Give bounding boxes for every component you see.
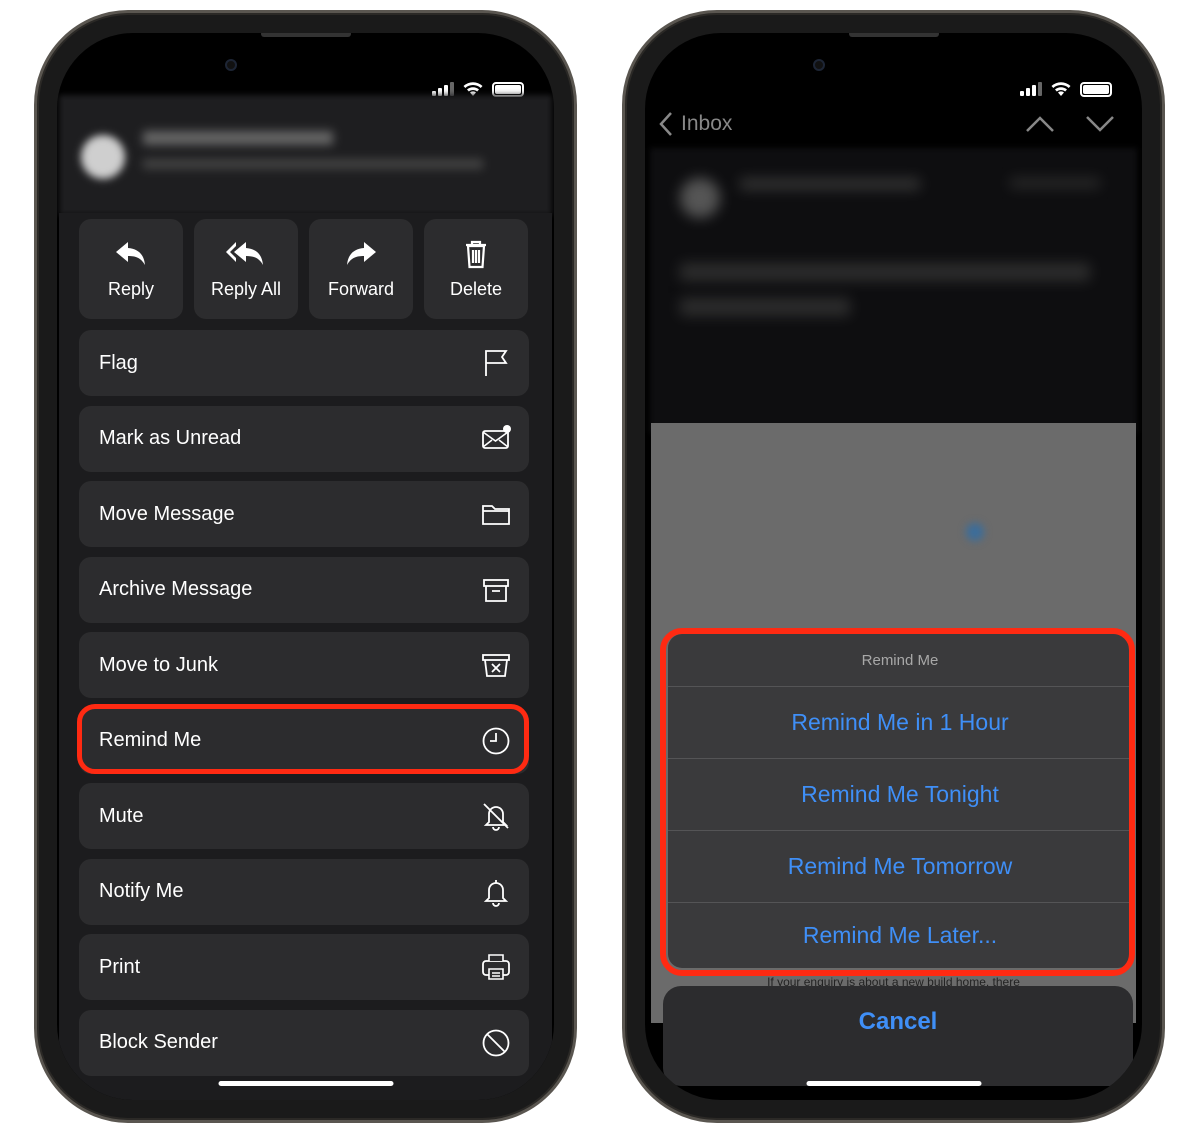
menu-item-move-message[interactable]: Move Message <box>79 481 529 547</box>
highlight-outline <box>660 628 1135 976</box>
camera <box>813 59 825 71</box>
home-indicator[interactable] <box>218 1081 393 1086</box>
folder-icon <box>481 499 511 529</box>
battery-icon <box>1080 81 1112 97</box>
highlight-outline <box>77 704 529 774</box>
action-forward-button[interactable]: Forward <box>309 219 413 319</box>
envelope-unread-icon <box>481 424 511 454</box>
menu-item-block-sender[interactable]: Block Sender <box>79 1009 529 1076</box>
blurred-message-header <box>59 95 552 215</box>
cellular-signal-icon <box>1020 82 1042 96</box>
menu-item-move-to-junk[interactable]: Move to Junk <box>79 632 529 698</box>
previous-message-icon[interactable] <box>1025 115 1055 133</box>
cellular-signal-icon <box>432 82 454 96</box>
chevron-left-icon <box>659 112 672 136</box>
menu-item-mute[interactable]: Mute <box>79 783 529 849</box>
menu-item-flag[interactable]: Flag <box>79 330 529 396</box>
junk-box-icon <box>481 650 511 680</box>
right-screen: Inbox Remind Me Remind Me in 1 Hour Remin… <box>645 33 1142 1100</box>
action-reply-all-button[interactable]: Reply All <box>194 219 298 319</box>
menu-item-mark-as-unread[interactable]: Mark as Unread <box>79 405 529 472</box>
home-indicator[interactable] <box>806 1081 981 1086</box>
menu-item-archive-message[interactable]: Archive Message <box>79 556 529 623</box>
back-button[interactable]: Inbox <box>659 111 732 137</box>
forward-icon <box>309 239 413 279</box>
menu-item-label: Mark as Unread <box>99 427 242 449</box>
status-bar <box>1020 81 1112 97</box>
action-delete-button[interactable]: Delete <box>424 219 528 319</box>
action-label: Reply <box>107 279 155 299</box>
reply-icon <box>79 239 183 279</box>
reply-all-icon <box>194 239 298 279</box>
action-label: Forward <box>327 279 394 299</box>
menu-item-label: Archive Message <box>99 578 253 600</box>
bell-slash-icon <box>481 801 511 831</box>
menu-item-print[interactable]: Print <box>79 934 529 1000</box>
archive-box-icon <box>481 575 511 605</box>
menu-item-label: Print <box>99 955 141 978</box>
cancel-button[interactable]: Cancel <box>663 986 1133 1086</box>
action-label: Delete <box>449 279 503 299</box>
menu-item-notify-me[interactable]: Notify Me <box>79 858 529 925</box>
menu-item-label: Move to Junk <box>99 653 218 676</box>
action-label: Reply All <box>210 279 282 299</box>
menu-item-label: Notify Me <box>99 880 184 902</box>
menu-item-label: Mute <box>99 804 144 827</box>
action-reply-button[interactable]: Reply <box>79 219 183 319</box>
left-screen: Reply Reply All Forward Delete Flag Mark as … <box>57 33 554 1100</box>
left-phone: Reply Reply All Forward Delete Flag Mark as … <box>34 10 577 1123</box>
menu-item-label: Move Message <box>99 502 235 525</box>
printer-icon <box>481 952 511 982</box>
camera <box>225 59 237 71</box>
menu-item-label: Flag <box>99 351 138 374</box>
bell-icon <box>481 877 511 907</box>
menu-item-label: Block Sender <box>99 1031 218 1053</box>
flag-icon <box>481 348 511 378</box>
speaker <box>848 33 939 37</box>
wifi-icon <box>1051 82 1071 96</box>
right-phone: Inbox Remind Me Remind Me in 1 Hour Remin… <box>622 10 1165 1123</box>
back-label: Inbox <box>681 112 733 135</box>
block-icon <box>481 1028 511 1058</box>
trash-icon <box>424 239 528 279</box>
speaker <box>260 33 351 37</box>
nav-bar: Inbox <box>645 107 1142 147</box>
blurred-message-content <box>650 148 1137 433</box>
next-message-icon[interactable] <box>1085 115 1115 133</box>
